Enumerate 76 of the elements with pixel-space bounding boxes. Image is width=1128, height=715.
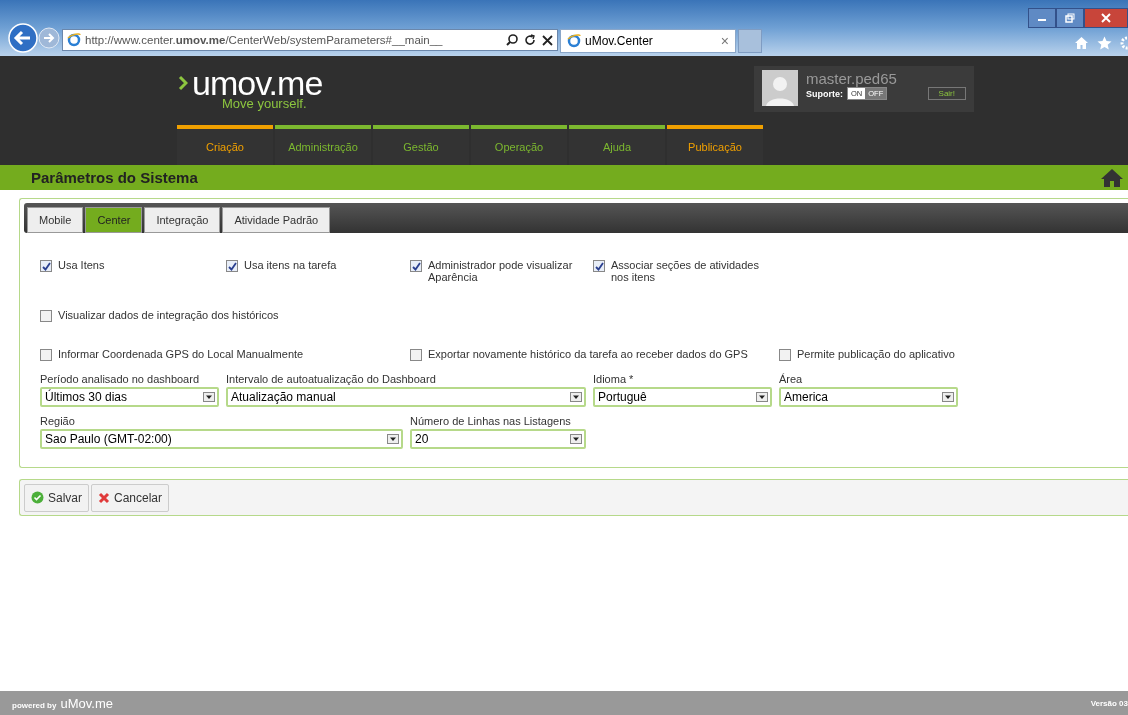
checkbox[interactable] [593,260,605,272]
dropdown-arrow-icon [942,392,954,402]
dropdown-arrow-icon [756,392,768,402]
url-text: http://www.center.umov.me/CenterWeb/systemParameters#__main__ [85,34,444,46]
field-label: Intervalo de autoatualização do Dashboard [226,373,437,385]
cancel-button[interactable]: Cancelar [91,483,170,512]
field-label: Período analisado no dashboard [40,373,200,385]
chevron-icon [178,75,188,91]
checkbox[interactable] [779,349,791,361]
nav-tab[interactable]: Operação [471,125,567,165]
dropdown-arrow-icon [203,392,215,402]
home-icon[interactable] [1100,167,1124,188]
checkbox-label: Permite publicação do aplicativo [797,348,955,360]
logout-button[interactable]: Sair! [927,87,966,100]
username: master.ped65 [806,70,898,87]
tab-title: uMov.Center [585,34,654,48]
nav-tab[interactable]: Ajuda [569,125,665,165]
checkbox-label: Usa Itens [58,259,105,271]
avatar-icon [762,70,798,106]
close-button[interactable] [1084,8,1128,28]
nav-tab[interactable]: Gestão [373,125,469,165]
tab[interactable]: Center [85,207,143,233]
dropdown[interactable]: 20 [410,429,586,449]
checkbox[interactable] [226,260,238,272]
dropdown-arrow-icon [387,434,399,444]
checkbox-label: Usa itens na tarefa [244,259,337,271]
star-icon[interactable] [1097,36,1112,50]
dropdown-arrow-icon [570,434,582,444]
nav-tab[interactable]: Publicação [667,125,763,165]
powered-by-label: powered by [12,700,57,710]
checkbox[interactable] [410,349,422,361]
checkbox-label: Associar seções de atividades nos itens [611,259,760,283]
checkbox-label: Administrador pode visualizar Aparência [428,259,574,283]
ie-icon [567,34,581,48]
tab[interactable]: Atividade Padrão [222,207,331,233]
tab[interactable]: Integração [144,207,221,233]
checkbox-label: Visualizar dados de integração dos históricos [58,309,279,321]
search-icon[interactable] [506,34,518,46]
checkbox[interactable] [40,310,52,322]
close-icon [1101,13,1111,23]
field-label: Região [40,415,76,427]
checkbox[interactable] [40,349,52,361]
dropdown[interactable]: Últimos 30 dias [40,387,219,407]
back-button[interactable] [8,23,38,53]
checkbox-label: Exportar novamente histórico da tarefa ao receber dados do GPS [428,348,748,360]
restore-button[interactable] [1056,8,1084,28]
field-label: Área [779,373,804,385]
check-circle-icon [31,491,44,504]
restore-icon [1065,13,1075,23]
brand-name: uMov.me [60,695,113,711]
checkbox[interactable] [40,260,52,272]
refresh-icon[interactable] [524,34,536,46]
dropdown[interactable]: Portuguê [593,387,772,407]
page-title: Parâmetros do Sistema [31,169,198,186]
dropdown[interactable]: Sao Paulo (GMT-02:00) [40,429,403,449]
tab[interactable]: Mobile [27,207,84,233]
nav-tab[interactable]: Administração [275,125,371,165]
support-label: Suporte: [806,88,843,99]
version-label: Versão 03 [1090,698,1128,708]
ie-icon [67,33,81,47]
tab-close-button[interactable]: × [720,33,729,49]
dropdown[interactable]: Atualização manual [226,387,586,407]
cross-icon [98,491,110,504]
checkbox[interactable] [410,260,422,272]
save-button[interactable]: Salvar [24,483,89,512]
dropdown[interactable]: America [779,387,958,407]
address-bar[interactable]: http://www.center.umov.me/CenterWeb/systemParameters#__main__ [62,29,558,51]
field-label: Idioma * [593,373,635,385]
nav-tab[interactable]: Criação [177,125,273,165]
browser-tab[interactable]: uMov.Center × [560,29,736,53]
dropdown-arrow-icon [570,392,582,402]
field-label: Número de Linhas nas Listagens [410,415,572,427]
checkbox-label: Informar Coordenada GPS do Local Manualmente [58,348,304,360]
minimize-button[interactable] [1028,8,1056,28]
forward-button[interactable] [38,27,60,49]
close-icon[interactable] [542,34,553,46]
